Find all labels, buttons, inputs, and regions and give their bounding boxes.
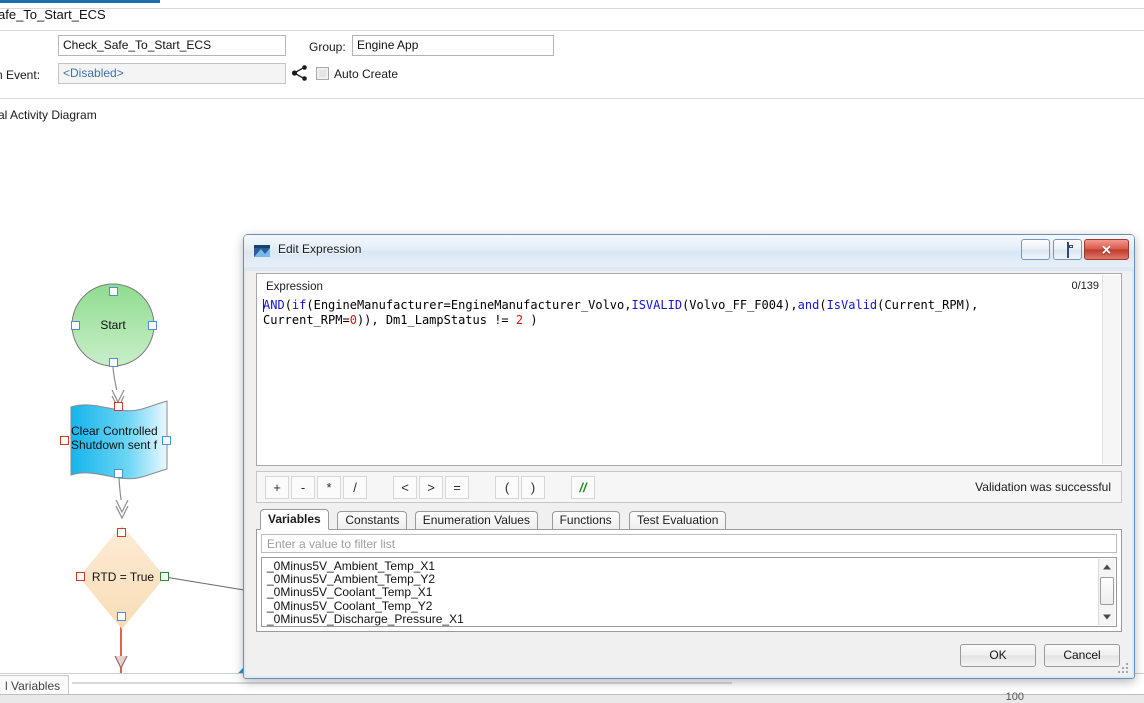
dialog-title-bar[interactable]: Edit Expression ✕	[244, 235, 1134, 267]
handle-start-top[interactable]	[109, 287, 118, 296]
filter-input[interactable]: Enter a value to filter list	[261, 534, 1117, 553]
handle-start-right[interactable]	[148, 321, 157, 330]
ok-button[interactable]: OK	[960, 644, 1036, 667]
minimize-button[interactable]	[1021, 239, 1050, 260]
handle-rtd-bottom[interactable]	[117, 612, 126, 621]
dialog-body: Expression 0/139 AND(if(EngineManufactur…	[256, 273, 1122, 632]
screen: afe_To_Start_ECS : Check_Safe_To_Start_E…	[0, 0, 1144, 703]
handle-start-bottom[interactable]	[109, 358, 118, 367]
expression-token: (Volvo_FF_F004),	[682, 298, 798, 312]
event-field-label: n Event:	[0, 68, 41, 82]
operator-button-8[interactable]: )	[521, 476, 545, 499]
expression-token: )	[523, 313, 538, 327]
expression-panel[interactable]: Expression 0/139 AND(if(EngineManufactur…	[256, 273, 1122, 466]
resize-grip[interactable]	[1118, 663, 1130, 675]
handle-flag-right[interactable]	[162, 436, 171, 445]
handle-rtd-top[interactable]	[117, 528, 126, 537]
operator-button-5[interactable]: >	[419, 476, 443, 499]
auto-create-label: Auto Create	[334, 67, 399, 81]
expression-textarea[interactable]: AND(if(EngineManufacturer=EngineManufact…	[263, 298, 1099, 328]
operator-button-4[interactable]: <	[393, 476, 417, 499]
close-button[interactable]: ✕	[1084, 239, 1129, 260]
expression-char-counter: 0/139	[1071, 280, 1099, 292]
operator-button-2[interactable]: *	[317, 476, 341, 499]
list-item[interactable]: _0Minus5V_Discharge_Pressure_Y2	[267, 625, 464, 626]
expression-token: IsValid	[826, 298, 878, 312]
tab-enumeration-values[interactable]: Enumeration Values	[414, 511, 538, 530]
expression-token: ISVALID	[631, 298, 683, 312]
bottom-scroll-track[interactable]	[72, 682, 732, 684]
tab-variables[interactable]: Variables	[260, 509, 329, 530]
list-item[interactable]: _0Minus5V_Coolant_Temp_Y2	[262, 599, 1098, 613]
expression-token: and	[797, 298, 820, 312]
variables-list[interactable]: _0Minus5V_Ambient_Temp_X1 _0Minus5V_Ambie…	[262, 559, 1098, 626]
handle-rtd-right[interactable]	[160, 572, 169, 581]
expression-token: (	[819, 298, 827, 312]
header-divider-mid	[0, 30, 1144, 31]
expression-token: AND	[263, 298, 285, 312]
restore-icon	[1066, 241, 1069, 258]
operator-button-1[interactable]: -	[291, 476, 315, 499]
operator-button-3[interactable]: /	[343, 476, 367, 499]
dialog-footer: OK Cancel	[244, 632, 1134, 678]
tab-test-evaluation[interactable]: Test Evaluation	[629, 511, 727, 530]
restore-button[interactable]	[1053, 239, 1082, 260]
share-branch-icon[interactable]	[291, 64, 309, 82]
expression-token: 0	[349, 313, 357, 327]
handle-flag-left[interactable]	[60, 436, 69, 445]
operator-toolbar: Validation was successful + - * / < > = () //	[256, 471, 1122, 503]
expression-token: (	[284, 298, 292, 312]
tab-strip: Variables Constants Enumeration Values Func…	[256, 509, 1122, 530]
event-field[interactable]: <Disabled>	[58, 63, 286, 84]
expression-token: if	[291, 298, 307, 312]
handle-rtd-left[interactable]	[76, 572, 85, 581]
dialog-title: Edit Expression	[278, 242, 362, 256]
section-divider	[0, 98, 1144, 99]
validation-message: Validation was successful	[975, 480, 1111, 494]
operator-button-7[interactable]: (	[495, 476, 519, 499]
group-field[interactable]: Engine App	[352, 35, 554, 56]
operator-button-9[interactable]: //	[571, 476, 595, 499]
application-icon	[254, 243, 270, 259]
operator-button-0[interactable]: +	[265, 476, 289, 499]
name-field[interactable]: Check_Safe_To_Start_ECS	[58, 35, 286, 56]
list-item[interactable]: _0Minus5V_Coolant_Temp_X1	[262, 586, 1098, 599]
edit-expression-dialog[interactable]: Edit Expression ✕ Expression 0/139 AND(i…	[243, 234, 1135, 679]
cancel-button[interactable]: Cancel	[1044, 644, 1120, 667]
scroll-down-icon[interactable]	[1099, 609, 1115, 625]
expression-label: Expression	[266, 281, 323, 293]
tab-functions[interactable]: Functions	[551, 511, 620, 530]
operator-button-6[interactable]: =	[445, 476, 469, 499]
group-field-label: Group:	[309, 40, 346, 54]
status-bar: 100	[0, 691, 1144, 703]
zoom-level: 100	[1005, 691, 1024, 703]
handle-flag-top[interactable]	[114, 402, 123, 411]
close-icon: ✕	[1101, 242, 1112, 257]
diagram-caption: al Activity Diagram	[0, 108, 97, 122]
handle-start-left[interactable]	[71, 321, 80, 330]
expression-scrollbar[interactable]	[1102, 275, 1120, 464]
scrollbar-thumb[interactable]	[1100, 577, 1114, 605]
auto-create-checkbox[interactable]	[316, 67, 329, 80]
variables-tab-pane: Enter a value to filter list _0Minus5V_A…	[256, 529, 1122, 632]
tab-constants[interactable]: Constants	[337, 511, 408, 530]
handle-flag-bottom[interactable]	[114, 469, 123, 478]
expression-token: (EngineManufacturer=EngineManufacturer_V…	[306, 298, 632, 312]
variables-scrollbar[interactable]	[1098, 559, 1115, 625]
variables-listbox[interactable]: _0Minus5V_Ambient_Temp_X1 _0Minus5V_Ambie…	[261, 557, 1117, 627]
scroll-up-icon[interactable]	[1099, 559, 1115, 575]
accent-bar	[0, 0, 160, 3]
record-title: afe_To_Start_ECS	[0, 7, 106, 22]
expression-token: )), Dm1_LampStatus !=	[356, 313, 516, 327]
